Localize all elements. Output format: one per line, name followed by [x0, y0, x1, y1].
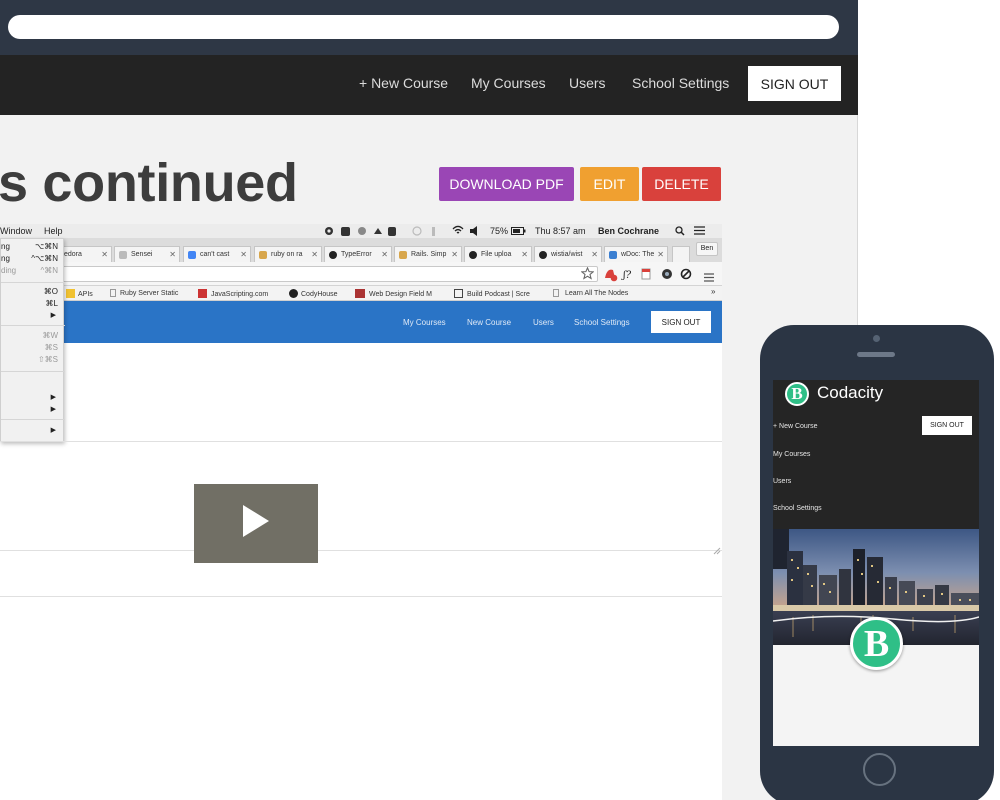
- resize-handle-icon: [713, 542, 721, 560]
- inner-nav-users: Users: [533, 318, 554, 327]
- mobile-sign-out-button[interactable]: SIGN OUT: [922, 416, 972, 435]
- menu-item-disabled: ding: [1, 266, 17, 275]
- submenu-arrow-icon: ▶: [50, 406, 56, 413]
- extension-icons[interactable]: ʃ?: [603, 266, 693, 287]
- menu-item[interactable]: ng: [1, 242, 10, 251]
- phone-speaker: [857, 352, 895, 357]
- bookmark[interactable]: Build Podcast | Scre: [454, 289, 530, 298]
- content-divider: [0, 550, 722, 551]
- inner-nav-school-settings: School Settings: [574, 318, 630, 327]
- delete-button[interactable]: DELETE: [642, 167, 721, 201]
- mobile-brand-name[interactable]: Codacity: [817, 383, 883, 403]
- submenu-arrow-icon: ▶: [50, 394, 56, 401]
- browser-tab[interactable]: File uploa ✕: [464, 246, 532, 262]
- inner-site-navbar: My Courses New Course Users School Setti…: [0, 301, 722, 343]
- desktop-browser-window: + New Course My Courses Users School Set…: [0, 0, 858, 800]
- video-player-thumbnail[interactable]: [194, 484, 318, 563]
- menu-shortcut: ⌘W: [42, 331, 58, 340]
- bookmark[interactable]: Web Design Field M: [355, 289, 432, 298]
- nav-users[interactable]: Users: [569, 75, 606, 91]
- battery-icon: [511, 227, 526, 237]
- wifi-icon: [452, 225, 464, 238]
- lesson-screenshot-image: Window Help 75% Thu 8:57 am Ben Cochrane…: [0, 224, 722, 800]
- hamburger-menu-icon[interactable]: [704, 269, 714, 287]
- browser-tab[interactable]: Sensei ✕: [114, 246, 180, 262]
- mobile-nav-my-courses[interactable]: My Courses: [773, 451, 810, 458]
- svg-text:ʃ?: ʃ?: [621, 270, 632, 281]
- site-navbar: + New Course My Courses Users School Set…: [0, 55, 858, 115]
- bookmark[interactable]: Learn All The Nodes: [553, 289, 628, 297]
- volume-icon: [470, 226, 479, 238]
- menu-separator: [1, 419, 65, 420]
- bookmark[interactable]: JavaScripting.com: [198, 289, 268, 298]
- inner-nav-my-courses: My Courses: [403, 318, 446, 327]
- phone-device: B Codacity SIGN OUT + New Course My Cour…: [760, 325, 994, 800]
- menu-shortcut: ⇧⌘S: [37, 355, 58, 364]
- menu-item[interactable]: ng: [1, 254, 10, 263]
- browser-tab[interactable]: Rails. Simp ✕: [394, 246, 462, 262]
- browser-tab[interactable]: wistia/wist ✕: [534, 246, 602, 262]
- mobile-nav-new-course[interactable]: + New Course: [773, 423, 818, 430]
- mac-menu-bar: Window Help 75% Thu 8:57 am Ben Cochrane: [0, 224, 722, 238]
- sign-out-button[interactable]: SIGN OUT: [748, 66, 841, 101]
- menu-shortcut: ^⌘N: [40, 266, 58, 275]
- download-pdf-button[interactable]: DOWNLOAD PDF: [439, 167, 574, 201]
- mobile-nav-users[interactable]: Users: [773, 478, 791, 485]
- play-icon[interactable]: [241, 503, 271, 544]
- star-icon[interactable]: [580, 266, 595, 285]
- stage: + New Course My Courses Users School Set…: [0, 0, 1000, 800]
- search-icon: [675, 226, 685, 238]
- menu-shortcut: ⌥⌘N: [35, 242, 58, 251]
- mobile-header: B Codacity SIGN OUT + New Course My Cour…: [773, 380, 979, 529]
- browser-tab[interactable]: wDoc: The ✕: [604, 246, 668, 262]
- menu-shortcut: ⌘O: [43, 287, 58, 296]
- browser-tab[interactable]: can't cast ✕: [183, 246, 251, 262]
- bookmarks-bar: APIs Ruby Server Static JavaScripting.co…: [0, 286, 722, 301]
- menubar-window: Window: [0, 226, 33, 236]
- nav-new-course[interactable]: + New Course: [359, 75, 448, 91]
- edit-button[interactable]: EDIT: [580, 167, 639, 201]
- bookmark[interactable]: Ruby Server Static: [110, 289, 178, 297]
- battery-percent: 75%: [490, 226, 509, 236]
- menu-shortcut: ^⌥⌘N: [31, 254, 58, 263]
- nav-school-settings[interactable]: School Settings: [632, 75, 729, 91]
- profile-button[interactable]: Ben: [696, 242, 718, 256]
- menu-separator: [1, 325, 65, 326]
- phone-camera: [873, 335, 880, 342]
- browser-tab[interactable]: TypeError ✕: [324, 246, 392, 262]
- status-icons: [324, 225, 444, 237]
- content-divider: [0, 596, 722, 597]
- bookmark[interactable]: CodyHouse: [289, 289, 338, 298]
- mobile-logo[interactable]: B: [785, 382, 809, 406]
- inner-nav-new-course: New Course: [467, 318, 512, 327]
- menu-separator: [1, 282, 65, 283]
- browser-tab[interactable]: ruby on ra ✕: [254, 246, 322, 262]
- new-tab-button[interactable]: [672, 246, 690, 262]
- browser-tab-strip: edora ✕ Sensei ✕ can't cast ✕ ruby on ra ✕ T…: [0, 238, 722, 262]
- nav-my-courses[interactable]: My Courses: [471, 75, 546, 91]
- browser-toolbar: [0, 0, 858, 55]
- menubar-clock: Thu 8:57 am: [535, 226, 586, 236]
- inner-sign-out-button: SIGN OUT: [651, 311, 711, 333]
- menu-separator: [1, 371, 65, 372]
- menu-shortcut: ⌘L: [45, 299, 58, 308]
- omnibox-row: ʃ?: [0, 262, 722, 286]
- submenu-arrow-icon: ▶: [50, 312, 56, 319]
- page-title: s continued: [0, 153, 298, 213]
- bookmark[interactable]: APIs: [66, 289, 93, 298]
- file-menu-dropdown: ng ⌥⌘N ng ^⌥⌘N ding ^⌘N ⌘O ⌘L ▶ ⌘W ⌘S ⇧⌘…: [0, 238, 65, 442]
- bookmarks-overflow[interactable]: »: [711, 287, 715, 296]
- address-bar[interactable]: [8, 15, 839, 39]
- list-icon: [694, 226, 705, 237]
- phone-screen: B Codacity SIGN OUT + New Course My Cour…: [773, 380, 979, 746]
- mobile-nav-school-settings[interactable]: School Settings: [773, 505, 822, 512]
- submenu-arrow-icon: ▶: [50, 427, 56, 434]
- menubar-help: Help: [44, 226, 63, 236]
- omnibox-input[interactable]: [0, 266, 598, 282]
- phone-home-button[interactable]: [863, 753, 896, 786]
- mobile-course-badge: B: [850, 617, 903, 670]
- content-divider: [0, 441, 722, 442]
- menubar-user: Ben Cochrane: [598, 226, 660, 236]
- menu-shortcut: ⌘S: [44, 343, 58, 352]
